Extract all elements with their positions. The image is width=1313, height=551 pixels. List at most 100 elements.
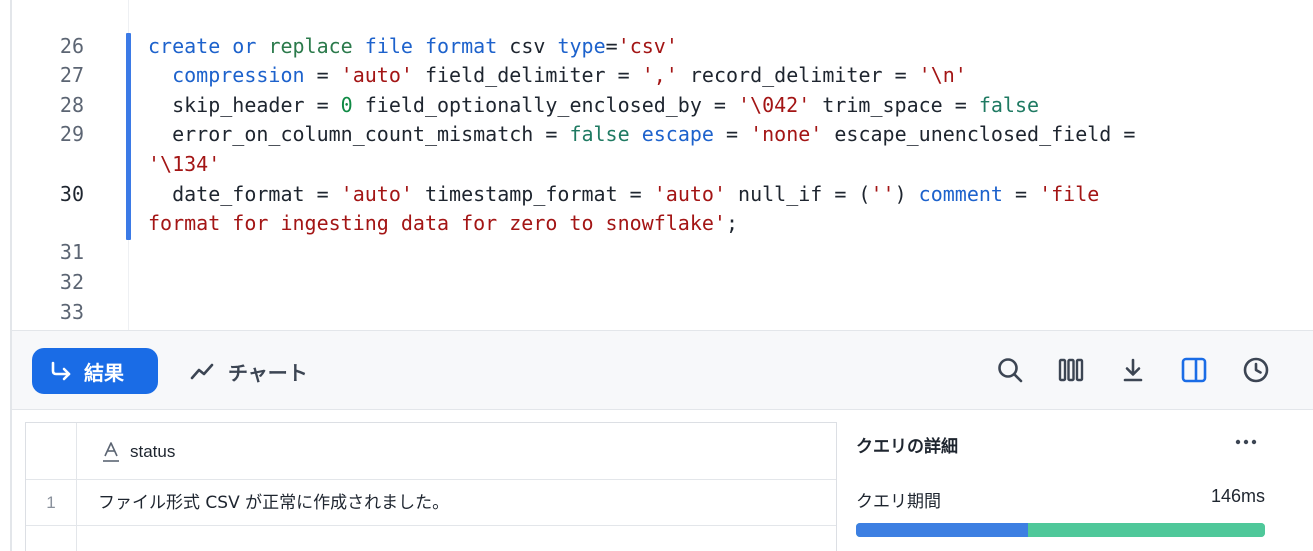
code-token: escape (641, 122, 714, 146)
code-token: = (1002, 182, 1040, 206)
duration-bar-execution-segment (1028, 523, 1265, 537)
code-token: 'auto' (340, 63, 413, 87)
line-number: 32 (59, 270, 84, 294)
history-icon[interactable] (1242, 356, 1270, 384)
search-icon[interactable] (996, 356, 1024, 384)
query-duration-value: 146ms (1210, 486, 1265, 506)
split-panel-icon[interactable] (1180, 356, 1208, 384)
code-token: 'none' (750, 122, 823, 146)
code-line[interactable]: 28 skip_header = 0 field_optionally_encl… (0, 90, 1313, 120)
code-text[interactable]: error_on_column_count_mismatch = false e… (148, 119, 1135, 149)
code-token: 'file (1039, 182, 1100, 206)
code-token: type (557, 34, 606, 58)
text-type-icon (103, 442, 119, 462)
code-token: 'auto' (653, 182, 726, 206)
code-token: '\n' (918, 63, 967, 87)
code-token: '' (870, 182, 895, 206)
code-token: 0 (340, 93, 353, 117)
code-token: error_on_column_count_mismatch = (148, 122, 570, 146)
code-token: timestamp_format = (412, 182, 654, 206)
return-arrow-icon (51, 361, 71, 381)
code-token: comment (918, 182, 1003, 206)
code-token: escape_unenclosed_field = (822, 122, 1136, 146)
code-text[interactable]: compression = 'auto' field_delimiter = '… (148, 60, 967, 90)
code-token: = (304, 63, 341, 87)
code-token: record_delimiter = (677, 63, 919, 87)
code-text[interactable]: create or replace file format csv type='… (148, 31, 678, 61)
results-grid[interactable]: status 1 ファイル形式 CSV が正常に作成されました。 (25, 422, 837, 551)
code-token: replace (268, 34, 353, 58)
line-number: 33 (59, 300, 84, 324)
table-row[interactable]: 1 ファイル形式 CSV が正常に作成されました。 (26, 480, 836, 526)
code-line[interactable]: 33 (0, 297, 1313, 327)
line-number: 30 (59, 182, 84, 206)
code-token: skip_header = (148, 93, 341, 117)
code-line[interactable]: 31 (0, 237, 1313, 267)
code-token: trim_space = (810, 93, 979, 117)
code-line[interactable]: 32 (0, 267, 1313, 297)
code-token: false (978, 93, 1040, 117)
query-duration-label: クエリ期間 (856, 492, 941, 512)
line-number: 29 (59, 122, 84, 146)
table-header-row: status (26, 423, 836, 480)
left-panel-divider (10, 0, 12, 551)
code-token: field_delimiter = (412, 63, 642, 87)
results-toolbar: 結果 チャート (12, 330, 1313, 410)
code-line[interactable]: 30 date_format = 'auto' timestamp_format… (0, 179, 1313, 209)
code-token: 'auto' (340, 182, 413, 206)
code-token: '\042' (738, 93, 811, 117)
line-number: 28 (59, 93, 84, 117)
duration-bar-compile-segment (856, 523, 1028, 537)
code-text[interactable]: date_format = 'auto' timestamp_format = … (148, 179, 1099, 209)
chart-tab-label: チャート (228, 360, 308, 385)
line-number: 31 (59, 240, 84, 264)
code-token: = (605, 34, 618, 58)
line-number: 26 (59, 34, 84, 58)
line-number: 27 (59, 63, 84, 87)
code-token: or (232, 34, 257, 58)
chart-tab[interactable]: チャート (190, 348, 308, 394)
line-chart-icon (190, 363, 214, 380)
code-token: format (425, 34, 498, 58)
code-token: format for ingesting data for zero to sn… (148, 211, 726, 235)
column-header-status[interactable]: status (130, 423, 175, 480)
query-duration-bar (856, 523, 1265, 537)
code-text[interactable]: skip_header = 0 field_optionally_enclose… (148, 90, 1039, 120)
columns-icon[interactable] (1057, 356, 1085, 384)
code-line[interactable]: 29 error_on_column_count_mismatch = fals… (0, 119, 1313, 149)
code-line[interactable]: 27 compression = 'auto' field_delimiter … (0, 60, 1313, 90)
code-token: create (148, 34, 221, 58)
code-text[interactable]: '\134' (148, 149, 220, 179)
code-token: compression (172, 63, 305, 87)
results-tab[interactable]: 結果 (32, 348, 158, 394)
code-token: = (713, 122, 751, 146)
query-details-panel: クエリの詳細 クエリ期間 146ms (837, 410, 1313, 551)
code-token: false (569, 122, 630, 146)
code-token: csv (497, 34, 558, 58)
download-icon[interactable] (1119, 356, 1147, 384)
query-details-title: クエリの詳細 (856, 437, 958, 457)
code-token: ; (725, 211, 739, 235)
code-token: null_if = ( (725, 182, 871, 206)
code-line[interactable]: format for ingesting data for zero to sn… (0, 208, 1313, 238)
sql-editor[interactable]: 26 create or replace file format csv type… (0, 0, 1313, 330)
results-tab-label: 結果 (84, 360, 124, 385)
code-text[interactable]: format for ingesting data for zero to sn… (148, 208, 738, 238)
more-options-icon[interactable] (1232, 428, 1260, 456)
code-token: field_optionally_enclosed_by = (352, 93, 739, 117)
row-number: 1 (46, 493, 56, 512)
code-token: '\134' (148, 152, 221, 176)
code-token: date_format = (148, 182, 341, 206)
code-token: file (364, 34, 413, 58)
code-token: 'csv' (617, 34, 678, 58)
code-line[interactable]: '\134' (0, 149, 1313, 179)
code-token: ) (894, 182, 919, 206)
code-line[interactable]: 26 create or replace file format csv type… (0, 31, 1313, 61)
status-cell[interactable]: ファイル形式 CSV が正常に作成されました。 (98, 480, 449, 526)
